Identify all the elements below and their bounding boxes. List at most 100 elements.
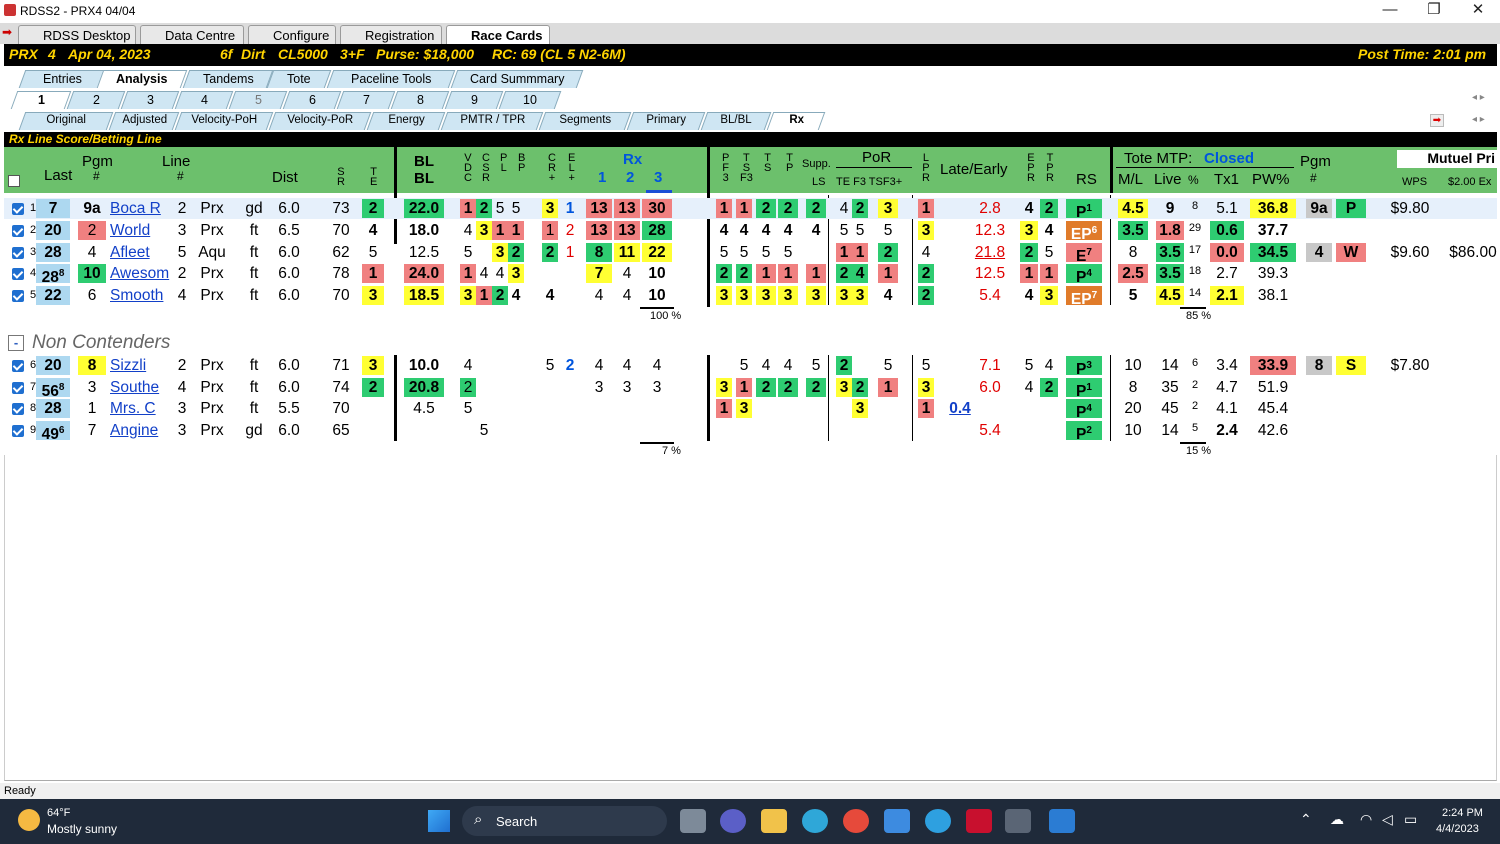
race-tab-5[interactable]: 5 — [228, 91, 288, 109]
close-icon[interactable]: ✕ — [1456, 0, 1500, 22]
tab-label: 10 — [523, 93, 537, 107]
tab-configure[interactable]: Configure — [248, 25, 336, 44]
cell-early[interactable]: 0.4 — [946, 399, 974, 418]
cell-dist-value: 5.5 — [278, 400, 300, 418]
rdss-app-icon[interactable] — [1005, 809, 1031, 833]
select-all-checkbox[interactable] — [8, 175, 20, 187]
race-tab-10[interactable]: 10 — [498, 91, 562, 109]
cell-name[interactable]: Angine — [110, 421, 172, 440]
tab-race-cards[interactable]: Race Cards — [446, 25, 550, 44]
help-icon[interactable] — [925, 809, 951, 833]
cell-lpr: 2 — [918, 264, 934, 284]
header-pgm2: Pgm — [1300, 153, 1331, 170]
header-rx: Rx — [623, 151, 643, 168]
row-checkbox[interactable] — [12, 224, 24, 237]
wifi-icon[interactable]: ◠ — [1360, 811, 1372, 828]
file-explorer-icon[interactable] — [761, 809, 787, 833]
weather-sun-icon[interactable] — [18, 809, 40, 831]
cell-name[interactable]: World — [110, 221, 172, 240]
tab-analysis[interactable]: Analysis — [96, 70, 188, 88]
tab-data-centre[interactable]: Data Centre — [140, 25, 244, 44]
table-row[interactable]: 7 568 3 Southe 4 Prx ft 6.0 74 2 20.8 2 3 3 3 3 1 2 2 2 3 2 1 3… — [4, 377, 1497, 400]
race-tab-6[interactable]: 6 — [282, 91, 342, 109]
row-checkbox[interactable] — [12, 403, 24, 416]
cell-name[interactable]: Boca R — [110, 199, 172, 218]
tab-bl-bl[interactable]: BL/BL — [700, 112, 772, 130]
taskbar-search[interactable]: ⌕ Search — [462, 806, 667, 836]
race-tab-8[interactable]: 8 — [390, 91, 450, 109]
row-checkbox[interactable] — [12, 268, 24, 281]
row-checkbox[interactable] — [12, 246, 24, 259]
cell-name-value: Sizzli — [110, 357, 147, 374]
battery-icon[interactable]: ▭ — [1404, 811, 1417, 828]
table-row[interactable]: 5 22 6 Smooth 4 Prx ft 6.0 70 3 18.5 3 1 2 4 4 4 4 10 3 3 3 3 3… — [4, 285, 1497, 308]
windows-start-icon[interactable] — [428, 810, 450, 832]
cell-name[interactable]: Smooth — [110, 286, 172, 305]
tab-original[interactable]: Original — [18, 112, 114, 130]
race-tab-4[interactable]: 4 — [174, 91, 234, 109]
cell-name[interactable]: Awesom — [110, 264, 172, 283]
tab-registration[interactable]: Registration — [340, 25, 442, 44]
table-row[interactable]: 1 7 9a Boca R 2 Prx gd 6.0 73 2 22.0 1 2 5 5 3 1 13 13 30 1 1… — [4, 198, 1497, 221]
race-tab-2[interactable]: 2 — [66, 91, 126, 109]
table-row[interactable]: 4 288 10 Awesom 2 Prx ft 6.0 78 1 24.0 1 4 4 3 7 4 10 2 2 1 1… — [4, 263, 1497, 287]
chat-icon[interactable] — [720, 809, 746, 833]
restore-icon[interactable]: ❐ — [1412, 0, 1456, 22]
cell-ts: 1 — [756, 264, 776, 284]
cell-pgm: 3 — [78, 378, 106, 397]
scroll-arrows-icon[interactable]: ◂ ▸ — [1472, 92, 1485, 103]
cell-supp: 1 — [806, 264, 826, 284]
race-tab-3[interactable]: 3 — [120, 91, 180, 109]
cell-pos-value: P — [1345, 200, 1357, 217]
tab-entries[interactable]: Entries — [18, 70, 106, 88]
header-last: Last — [44, 167, 73, 184]
minimize-icon[interactable]: — — [1368, 0, 1412, 22]
row-checkbox[interactable] — [12, 424, 24, 437]
tab-primary[interactable]: Primary — [626, 112, 706, 130]
cell-rx2-value: 13 — [618, 221, 636, 239]
race-tab-7[interactable]: 7 — [336, 91, 396, 109]
tab-rx[interactable]: Rx — [766, 112, 826, 130]
task-view-icon[interactable] — [680, 809, 706, 833]
table-row[interactable]: 2 20 2 World 3 Prx ft 6.5 70 4 18.0 4 3 1 1 1 2 13 13 28 4 4 4… — [4, 220, 1497, 243]
cell-name[interactable]: Sizzli — [110, 356, 172, 375]
mcafee-icon[interactable] — [966, 809, 992, 833]
tab-velocity-por[interactable]: Velocity-PoR — [268, 112, 372, 130]
export-icon[interactable]: ➡ — [1430, 114, 1444, 127]
tab-energy[interactable]: Energy — [366, 112, 446, 130]
cell-name[interactable]: Southe — [110, 378, 172, 397]
cell-name[interactable]: Afleet — [110, 243, 172, 262]
tab-paceline-tools[interactable]: Paceline Tools — [326, 70, 456, 88]
volume-icon[interactable]: ◁ — [1382, 811, 1393, 828]
tab-rdss-desktop[interactable]: RDSS Desktop — [18, 25, 136, 44]
row-checkbox[interactable] — [12, 290, 24, 303]
row-checkbox[interactable] — [12, 360, 24, 372]
tab-tandems[interactable]: Tandems — [182, 70, 274, 88]
header-tsf3: T S F3 — [740, 153, 753, 184]
table-row[interactable]: 6 20 8 Sizzli 2 Prx ft 6.0 71 3 10.0 4 5 2 4 4 4 5 4 4 5 2 5 5 7… — [4, 355, 1497, 378]
table-row[interactable]: 9 496 7 Angine 3 Prx gd 6.0 65 5 5.4 P2 10 14 5 2.4 42.6 — [4, 420, 1497, 443]
tab-card-summary[interactable]: Card Summmary — [450, 70, 584, 88]
race-tab-1[interactable]: 1 — [10, 91, 72, 109]
table-row[interactable]: 8 28 1 Mrs. C 3 Prx ft 5.5 70 4.5 5 1 3 3 1 0.4 P4 20 45 2 4… — [4, 398, 1497, 421]
cloud-icon[interactable]: ☁ — [1330, 811, 1344, 828]
row-checkbox[interactable] — [12, 203, 24, 215]
scroll-arrows-icon[interactable]: ◂ ▸ — [1472, 114, 1485, 125]
cell-tp-value: 4 — [783, 221, 793, 239]
chevron-up-icon[interactable]: ⌃ — [1300, 811, 1312, 828]
tab-tote[interactable]: Tote — [266, 70, 332, 88]
table-row[interactable]: 3 28 4 Afleet 5 Aqu ft 6.0 62 5 12.5 5 3 2 2 1 8 11 22 5 5 5 5… — [4, 242, 1497, 265]
race-tab-9[interactable]: 9 — [444, 91, 504, 109]
tab-pmtr-tpr[interactable]: PMTR / TPR — [440, 112, 544, 130]
row-checkbox[interactable] — [12, 381, 24, 394]
cell-name[interactable]: Mrs. C — [110, 399, 172, 418]
chrome-icon[interactable] — [843, 809, 869, 833]
tab-adjusted[interactable]: Adjusted — [108, 112, 180, 130]
collapse-toggle[interactable]: - — [8, 335, 24, 351]
app-icon-blue[interactable] — [1049, 809, 1075, 833]
tab-velocity-poh[interactable]: Velocity-PoH — [174, 112, 274, 130]
live-total-underline — [1180, 442, 1206, 444]
edge-icon[interactable] — [802, 809, 828, 833]
tab-segments[interactable]: Segments — [538, 112, 632, 130]
store-icon[interactable] — [884, 809, 910, 833]
